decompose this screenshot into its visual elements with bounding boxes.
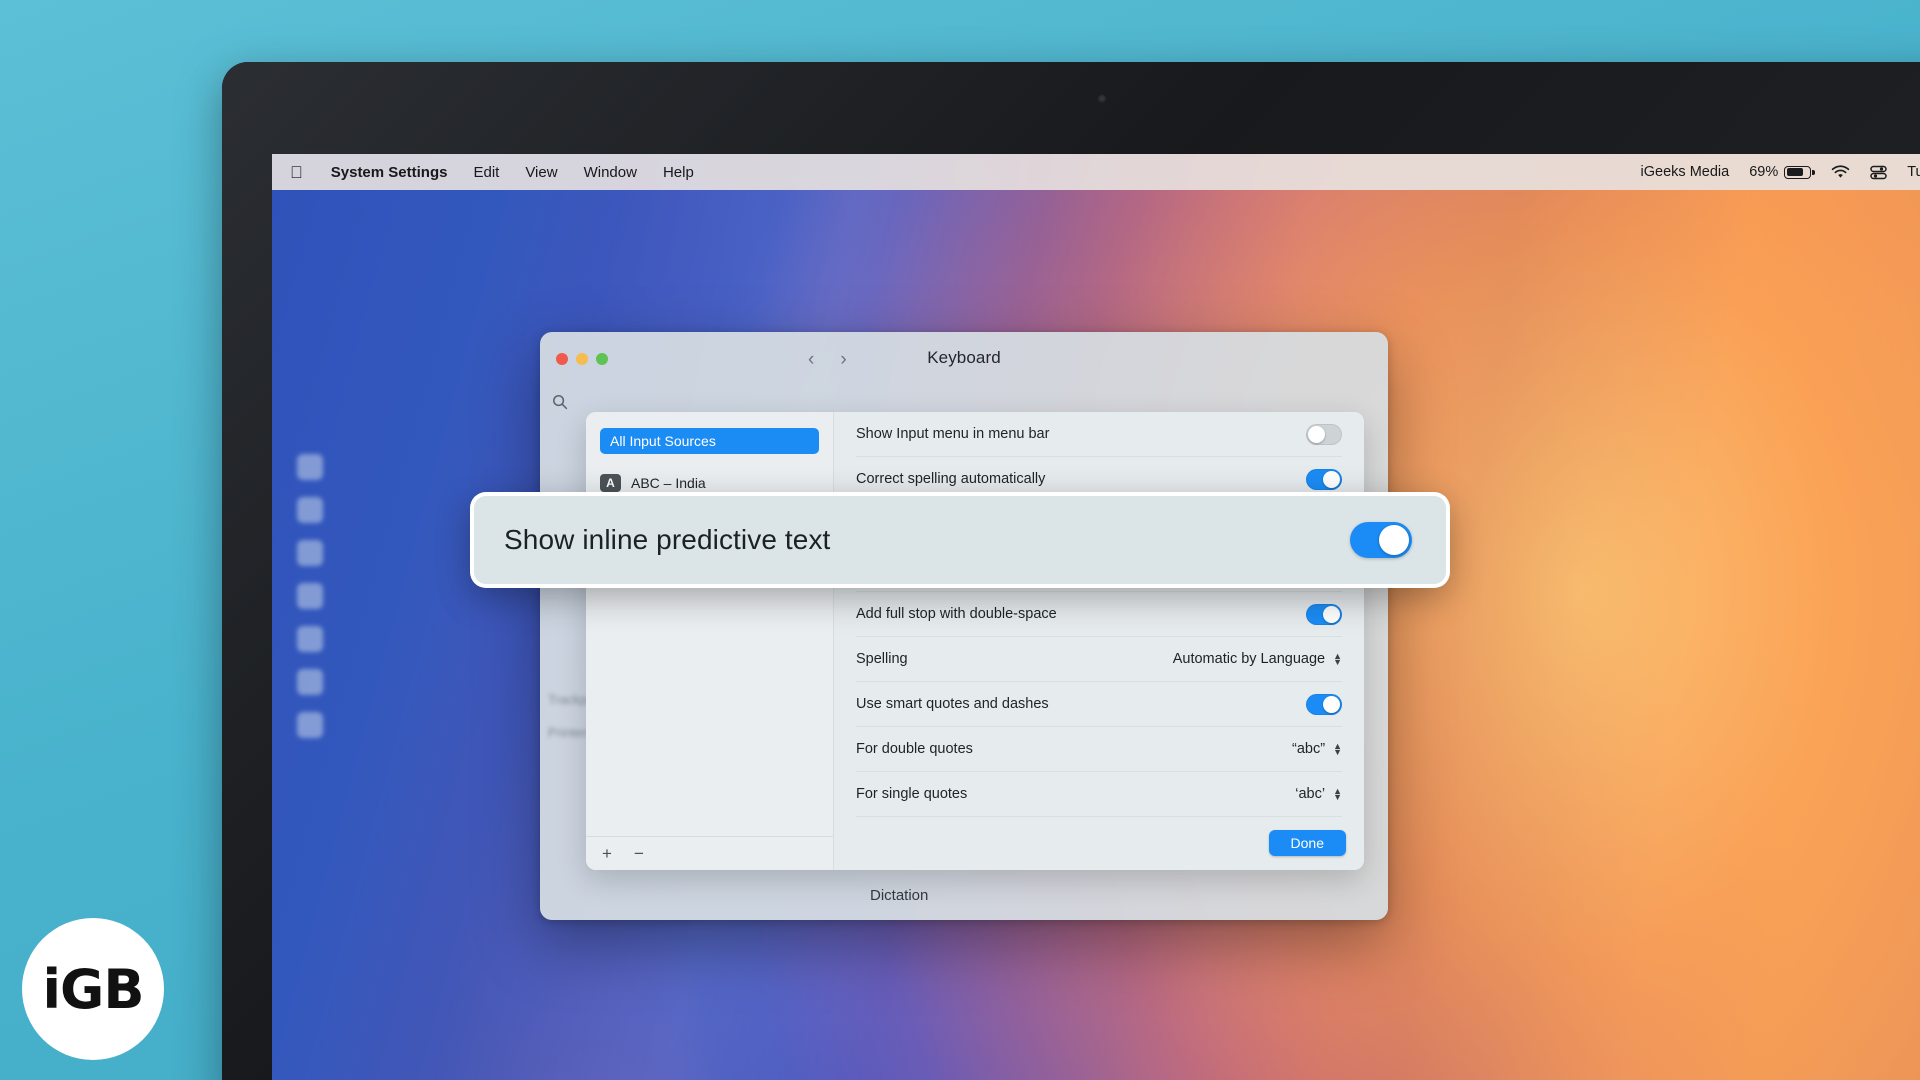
control-center-icon[interactable]	[1870, 165, 1887, 180]
search-icon[interactable]	[552, 394, 568, 414]
dock-icon[interactable]	[297, 626, 323, 652]
battery-status[interactable]: 69%	[1749, 164, 1815, 180]
menu-item-app-name[interactable]: System Settings	[331, 164, 448, 181]
input-source-all[interactable]: All Input Sources	[600, 428, 819, 454]
remove-source-button[interactable]: −	[634, 844, 644, 864]
row-add-full-stop[interactable]: Add full stop with double-space	[856, 592, 1342, 637]
double-quotes-popup-button[interactable]: “abc” ▲ ▼	[1292, 741, 1342, 757]
dock-icon[interactable]	[297, 454, 323, 480]
keyboard-badge-icon: A	[600, 474, 621, 492]
callout-label: Show inline predictive text	[504, 524, 831, 555]
logo-text: iGB	[42, 957, 145, 1021]
dock-icon[interactable]	[297, 497, 323, 523]
menu-item-edit[interactable]: Edit	[473, 164, 499, 181]
chevron-updown-icon: ▲ ▼	[1333, 651, 1342, 667]
row-label: Use smart quotes and dashes	[856, 696, 1049, 712]
callout-row[interactable]: Show inline predictive text	[474, 496, 1446, 584]
show-input-menu-toggle[interactable]	[1306, 423, 1342, 445]
laptop-screen:  System Settings Edit View Window Help …	[272, 154, 1920, 1080]
status-datetime[interactable]: Tue 3 Dec 10:14:2	[1907, 164, 1920, 180]
wifi-icon[interactable]	[1831, 165, 1850, 179]
menu-item-view[interactable]: View	[525, 164, 557, 181]
dock-icon[interactable]	[297, 669, 323, 695]
menu-bar-left:  System Settings Edit View Window Help	[290, 164, 694, 181]
row-single-quotes[interactable]: For single quotes ‘abc’ ▲ ▼	[856, 772, 1342, 817]
battery-percent-label: 69%	[1749, 164, 1779, 180]
dock-strip[interactable]	[290, 454, 330, 924]
smart-quotes-toggle[interactable]	[1306, 693, 1342, 715]
battery-icon	[1784, 165, 1815, 179]
menu-item-window[interactable]: Window	[584, 164, 637, 181]
row-show-input-menu[interactable]: Show Input menu in menu bar	[856, 412, 1342, 457]
row-spelling[interactable]: Spelling Automatic by Language ▲ ▼	[856, 637, 1342, 682]
status-user-name[interactable]: iGeeks Media	[1641, 164, 1730, 180]
webcam-icon	[1097, 94, 1107, 103]
menu-bar[interactable]:  System Settings Edit View Window Help …	[272, 154, 1920, 190]
row-label: For double quotes	[856, 741, 973, 757]
correct-spelling-toggle[interactable]	[1306, 468, 1342, 490]
add-source-button[interactable]: +	[602, 844, 612, 864]
igb-logo: iGB	[22, 918, 164, 1060]
menu-bar-status: iGeeks Media 69% Tue 3 Dec 10:14:2	[1641, 164, 1920, 180]
input-sources-list: All Input Sources A ABC – India + −	[586, 412, 834, 870]
row-double-quotes[interactable]: For double quotes “abc” ▲ ▼	[856, 727, 1342, 772]
input-source-label: ABC – India	[631, 475, 706, 491]
add-full-stop-toggle[interactable]	[1306, 603, 1342, 625]
menu-item-help[interactable]: Help	[663, 164, 694, 181]
screenshot-stage:  System Settings Edit View Window Help …	[0, 0, 1920, 1080]
input-sources-sheet: All Input Sources A ABC – India + − Show	[586, 412, 1364, 870]
system-settings-window: ‹ › Keyboard Trackpad Printers & Scanner…	[540, 332, 1388, 920]
chevron-updown-icon: ▲ ▼	[1333, 741, 1342, 757]
row-smart-quotes[interactable]: Use smart quotes and dashes	[856, 682, 1342, 727]
input-settings-panel: Show Input menu in menu bar Correct spel…	[834, 412, 1364, 870]
single-quotes-value: ‘abc’	[1295, 786, 1326, 802]
row-label: Spelling	[856, 651, 908, 667]
dock-icon[interactable]	[297, 712, 323, 738]
row-label: Add full stop with double-space	[856, 606, 1057, 622]
dictation-label: Dictation	[870, 887, 929, 904]
single-quotes-popup-button[interactable]: ‘abc’ ▲ ▼	[1295, 786, 1342, 802]
spelling-popup-button[interactable]: Automatic by Language ▲ ▼	[1173, 651, 1342, 667]
dock-icon[interactable]	[297, 540, 323, 566]
callout-toggle[interactable]	[1350, 522, 1412, 558]
chevron-updown-icon: ▲ ▼	[1333, 786, 1342, 802]
page-title: Keyboard	[927, 348, 1001, 367]
spelling-value: Automatic by Language	[1172, 651, 1326, 667]
done-button[interactable]: Done	[1268, 830, 1346, 856]
row-label: For single quotes	[856, 786, 968, 802]
settings-sidebar[interactable]	[540, 386, 572, 920]
list-footer-controls: + −	[586, 836, 833, 870]
highlight-callout-card: Show inline predictive text	[470, 492, 1450, 588]
dock-icon[interactable]	[297, 583, 323, 609]
row-label: Show Input menu in menu bar	[856, 426, 1050, 442]
double-quotes-value: “abc”	[1292, 741, 1326, 757]
apple-logo-icon[interactable]: 	[290, 164, 303, 181]
row-label: Correct spelling automatically	[856, 471, 1046, 487]
window-titlebar[interactable]: ‹ › Keyboard	[540, 332, 1388, 386]
